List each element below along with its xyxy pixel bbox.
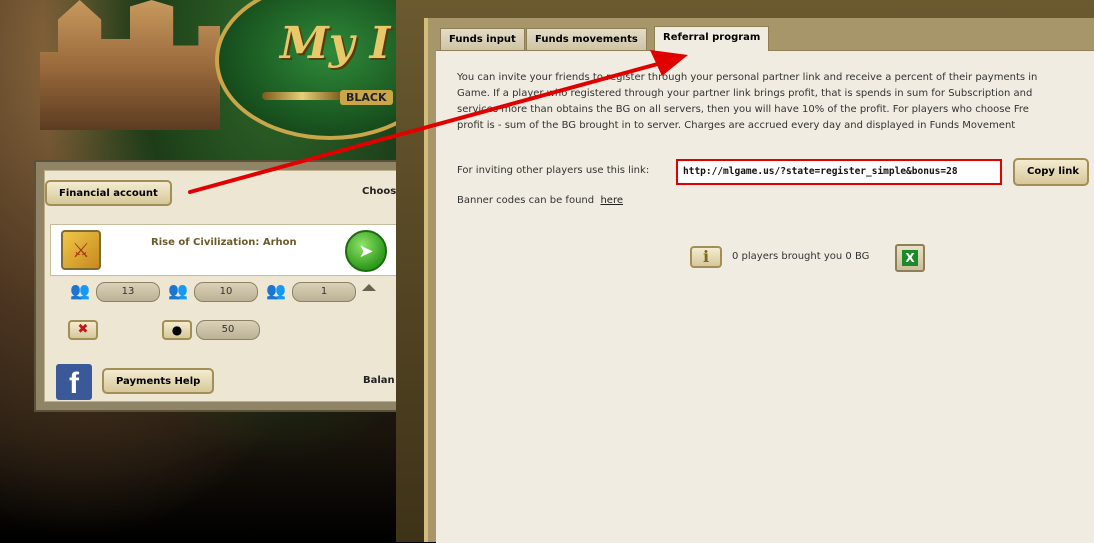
referral-description: You can invite your friends to register … — [457, 70, 1094, 134]
stats-row: 👥 13 👥 10 👥 1 — [50, 278, 395, 304]
people-orange-icon: 👥 — [70, 281, 90, 300]
stat-value: 10 — [194, 282, 258, 302]
invite-label: For inviting other players use this link… — [457, 165, 650, 176]
stat-value: 13 — [96, 282, 160, 302]
delete-button[interactable]: ✖ — [68, 320, 98, 340]
play-arrow-icon[interactable]: ➤ — [345, 230, 387, 272]
description-line: Game. If a player who registered through… — [457, 88, 1033, 99]
collapse-arrow-icon[interactable] — [362, 284, 376, 291]
game-title: Rise of Civilization: Arhon — [151, 237, 297, 248]
banner-codes-text: Banner codes can be found here — [457, 195, 623, 206]
tab-funds-input[interactable]: Funds input — [440, 28, 525, 50]
tab-referral-program[interactable]: Referral program — [654, 26, 770, 51]
financial-account-button[interactable]: Financial account — [45, 180, 172, 206]
game-card: ⚔ Rise of Civilization: Arhon ➤ — [50, 224, 397, 276]
copy-link-button[interactable]: Copy link — [1013, 158, 1089, 186]
choose-label: Choos — [362, 186, 397, 197]
description-line: You can invite your friends to register … — [457, 72, 1038, 83]
payments-help-button[interactable]: Payments Help — [102, 368, 215, 394]
balance-label: Balan — [363, 375, 395, 386]
logo-text: My I — [280, 18, 391, 69]
people-green-icon: 👥 — [266, 281, 286, 300]
coin-icon[interactable]: ● — [162, 320, 192, 340]
facebook-icon[interactable]: f — [56, 364, 92, 400]
stat-value: 1 — [292, 282, 356, 302]
castle-image — [40, 0, 220, 130]
coin-value: 50 — [196, 320, 260, 340]
description-line: services more than obtains the BG on all… — [457, 104, 1029, 115]
banner-codes-label: Banner codes can be found — [457, 195, 595, 206]
excel-export-icon[interactable]: X — [895, 244, 925, 272]
info-icon[interactable]: i — [690, 246, 722, 268]
actions-row: ✖ ● 50 — [50, 315, 395, 345]
sword-icon — [262, 92, 342, 100]
logo-badge: BLACK — [340, 90, 393, 105]
description-line: profit is - sum of the BG brought in to … — [457, 120, 1016, 131]
banner-codes-link[interactable]: here — [600, 195, 623, 206]
referral-link-field[interactable]: http://mlgame.us/?state=register_simple&… — [676, 159, 1002, 185]
tab-funds-movements[interactable]: Funds movements — [526, 28, 647, 50]
players-count-text: 0 players brought you 0 BG — [732, 251, 870, 262]
game-emblem-icon[interactable]: ⚔ — [61, 230, 101, 270]
people-yellow-icon: 👥 — [168, 281, 188, 300]
